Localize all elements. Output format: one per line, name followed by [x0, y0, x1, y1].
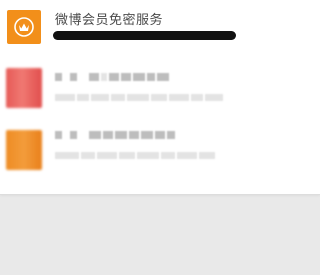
app-thumbnail-icon — [6, 130, 42, 170]
redacted-description — [53, 31, 236, 40]
pixelated-subtitle — [55, 151, 215, 160]
list-item[interactable] — [0, 60, 320, 122]
empty-area — [0, 195, 320, 275]
crown-icon — [7, 10, 41, 44]
service-row-weibo-member[interactable]: 微博会员免密服务 — [0, 0, 320, 56]
free-password-services-panel: 微博会员免密服务 — [0, 0, 320, 195]
list-item[interactable] — [0, 122, 320, 186]
pixelated-title — [55, 72, 169, 81]
app-thumbnail-icon — [6, 68, 42, 108]
pixelated-subtitle — [55, 93, 223, 102]
pixelated-title — [55, 130, 175, 139]
service-title: 微博会员免密服务 — [55, 13, 164, 28]
